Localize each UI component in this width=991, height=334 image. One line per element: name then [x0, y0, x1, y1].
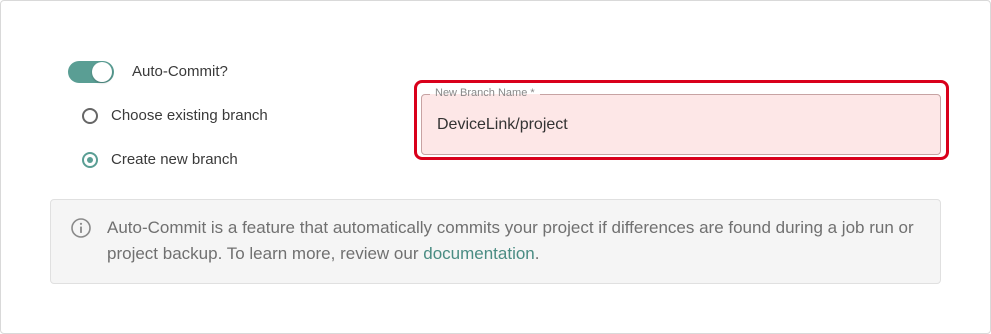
- info-circle-icon: [71, 218, 91, 238]
- radio-checked-icon[interactable]: [82, 152, 98, 168]
- new-branch-name-label: New Branch Name *: [430, 86, 540, 100]
- auto-commit-label: Auto-Commit?: [132, 63, 228, 80]
- radio-create-new-branch[interactable]: Create new branch: [82, 149, 238, 171]
- radio-label-create-new: Create new branch: [111, 151, 238, 168]
- radio-choose-existing-branch[interactable]: Choose existing branch: [82, 105, 268, 127]
- radio-unchecked-icon[interactable]: [82, 108, 98, 124]
- field-label-text: New Branch Name: [435, 87, 528, 99]
- radio-label-choose-existing: Choose existing branch: [111, 107, 268, 124]
- new-branch-name-value[interactable]: DeviceLink/project: [437, 116, 568, 134]
- auto-commit-toggle[interactable]: [68, 61, 114, 83]
- documentation-link[interactable]: documentation: [423, 244, 535, 263]
- info-text: Auto-Commit is a feature that automatica…: [107, 215, 922, 267]
- required-marker: *: [530, 87, 535, 99]
- toggle-thumb: [92, 62, 112, 82]
- info-text-end: .: [534, 244, 540, 263]
